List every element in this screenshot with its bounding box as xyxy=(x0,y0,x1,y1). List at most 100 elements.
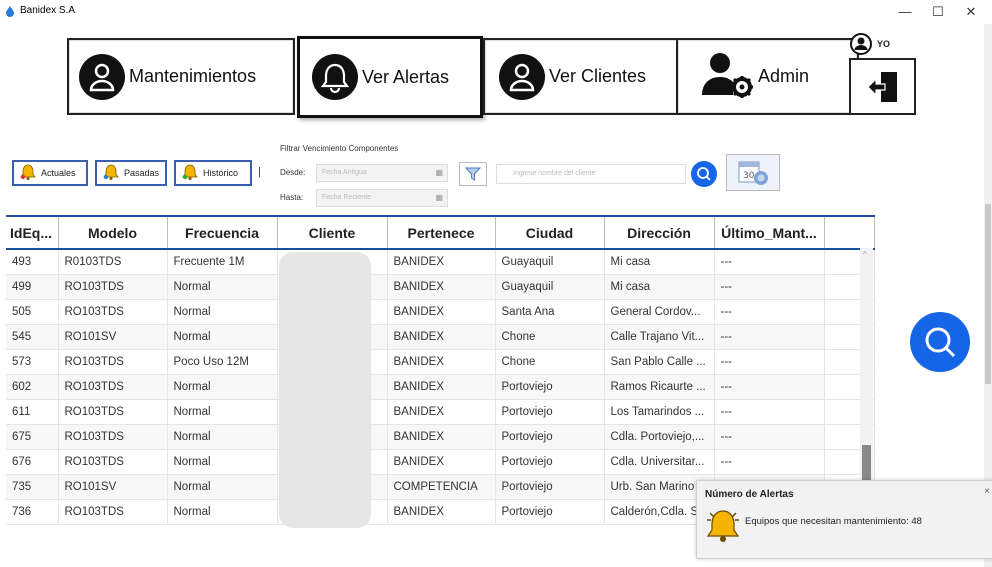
column-header[interactable]: Cliente xyxy=(277,215,388,250)
mantenimientos-button[interactable]: Mantenimientos xyxy=(67,38,295,115)
column-header[interactable]: Modelo xyxy=(58,215,168,250)
cell-pertenece: BANIDEX xyxy=(387,249,496,275)
ringing-bell-icon xyxy=(706,510,740,542)
cell-modelo: RO103TDS xyxy=(58,449,168,475)
ver-alertas-button[interactable]: Ver Alertas xyxy=(297,36,483,118)
table-row[interactable]: 602RO103TDSNormal.BANIDEXPortoviejoRamos… xyxy=(6,374,875,400)
column-header[interactable]: Último_Mant... xyxy=(714,215,825,250)
cell-ciudad: Guayaquil xyxy=(495,274,605,300)
cell-modelo: RO103TDS xyxy=(58,299,168,325)
window-title: Banidex S.A xyxy=(20,5,76,16)
cell-id: 493 xyxy=(6,249,59,275)
actuales-button[interactable]: Actuales xyxy=(12,160,88,186)
historico-button[interactable]: Histórico xyxy=(174,160,252,186)
table-header-row: IdEq... Modelo Frecuencia Cliente Perten… xyxy=(6,215,875,250)
column-header[interactable]: Ciudad xyxy=(495,215,605,250)
user-chip[interactable]: YO xyxy=(850,33,890,55)
window-scrollbar-thumb[interactable] xyxy=(985,204,991,384)
cell-ultimo: --- xyxy=(714,424,825,450)
equipment-table: IdEq... Modelo Frecuencia Cliente Perten… xyxy=(6,215,875,525)
mantenimientos-label: Mantenimientos xyxy=(129,66,257,86)
user-icon xyxy=(499,53,545,100)
cell-modelo: RO103TDS xyxy=(58,349,168,375)
funnel-icon xyxy=(465,167,481,181)
cell-frecuencia: Normal xyxy=(167,374,278,400)
column-header[interactable]: Frecuencia xyxy=(167,215,278,250)
cell-ultimo: --- xyxy=(714,274,825,300)
cell-frecuencia: Frecuente 1M xyxy=(167,249,278,275)
bell-icon xyxy=(312,54,358,100)
hasta-label: Hasta: xyxy=(280,193,304,202)
pasadas-button[interactable]: Pasadas xyxy=(95,160,167,186)
ver-clientes-button[interactable]: Ver Clientes xyxy=(483,38,679,115)
column-header[interactable]: Dirección xyxy=(604,215,715,250)
calendar-icon[interactable]: ▦ xyxy=(435,193,443,202)
cell-ciudad: Portoviejo xyxy=(495,374,605,400)
cell-id: 545 xyxy=(6,324,59,350)
table-row[interactable]: 505RO103TDSNormal...BANIDEXSanta AnaGene… xyxy=(6,299,875,325)
calendar-refresh-icon: 30 xyxy=(738,161,768,185)
table-row[interactable]: 573RO103TDSPoco Uso 12M.BANIDEXChoneSan … xyxy=(6,349,875,375)
cell-ultimo: --- xyxy=(714,324,825,350)
column-header[interactable]: IdEq... xyxy=(6,215,59,250)
cell-ciudad: Guayaquil xyxy=(495,249,605,275)
cell-modelo: RO103TDS xyxy=(58,399,168,425)
cell-direccion: Mi casa xyxy=(604,274,715,300)
cell-pertenece: COMPETENCIA xyxy=(387,474,496,500)
title-bar: Banidex S.A — ☐ ✕ xyxy=(0,0,992,24)
maximize-button[interactable]: ☐ xyxy=(920,0,956,24)
client-search-input[interactable]: Ingrese nombre del cliente xyxy=(496,164,686,184)
cell-frecuencia: Normal xyxy=(167,449,278,475)
hasta-date-field[interactable]: Fecha Reciente ▦ xyxy=(316,189,448,207)
cell-id: 505 xyxy=(6,299,59,325)
admin-label: Admin xyxy=(758,66,810,86)
bell-icon xyxy=(181,163,199,183)
cell-modelo: RO103TDS xyxy=(58,274,168,300)
admin-user-gear-icon xyxy=(700,49,756,104)
cell-direccion: Cdla. Universitar... xyxy=(604,449,715,475)
desde-date-field[interactable]: Fecha Antigua ▦ xyxy=(316,164,448,182)
pasadas-label: Pasadas xyxy=(124,168,160,178)
cell-direccion: Mi casa xyxy=(604,249,715,275)
search-icon xyxy=(697,167,711,181)
ver-clientes-label: Ver Clientes xyxy=(549,66,647,86)
cell-pertenece: BANIDEX xyxy=(387,399,496,425)
separator: | xyxy=(258,166,261,178)
notification-close-button[interactable]: × xyxy=(984,486,990,497)
filter-button[interactable] xyxy=(459,162,487,186)
column-header[interactable]: Pertenece xyxy=(387,215,496,250)
admin-button[interactable]: Admin xyxy=(676,38,859,115)
scroll-up-arrow-icon[interactable]: ^ xyxy=(863,250,867,259)
cell-ultimo: --- xyxy=(714,374,825,400)
floating-search-button[interactable] xyxy=(910,312,970,372)
minimize-button[interactable]: — xyxy=(887,0,923,24)
cell-ciudad: Portoviejo xyxy=(495,424,605,450)
calendar-reset-button[interactable]: 30 xyxy=(726,154,780,191)
cell-id: 675 xyxy=(6,424,59,450)
cell-ultimo: --- xyxy=(714,449,825,475)
close-button[interactable]: ✕ xyxy=(953,0,989,24)
user-name: YO xyxy=(877,39,891,49)
table-row[interactable]: 499 RO103TDS Normal BANIDEX Guayaquil Mi casa… xyxy=(6,274,875,300)
alert-notification[interactable]: Número de Alertas × Equipos que necesita… xyxy=(696,480,992,559)
table-row[interactable]: 675RO103TDSNormal.BANIDEXPortoviejoCdla.… xyxy=(6,424,875,450)
cell-modelo: RO103TDS xyxy=(58,424,168,450)
actuales-label: Actuales xyxy=(41,168,76,178)
historico-label: Histórico xyxy=(203,168,239,178)
table-row[interactable]: 676RO103TDSNormal...BANIDEXPortoviejoCdl… xyxy=(6,449,875,475)
search-button[interactable] xyxy=(691,161,717,187)
table-row[interactable]: 545RO101SVNormal.BANIDEXChoneCalle Traja… xyxy=(6,324,875,350)
cell-direccion: Calle Trajano Vit... xyxy=(604,324,715,350)
notification-title: Número de Alertas xyxy=(705,489,794,500)
bell-icon xyxy=(102,163,120,183)
table-row[interactable]: 493R0103TDSFrecuente 1MJcBANIDEXGuayaqui… xyxy=(6,249,875,275)
logout-button[interactable] xyxy=(849,58,916,115)
cell-direccion: Ramos Ricaurte ... xyxy=(604,374,715,400)
calendar-icon[interactable]: ▦ xyxy=(435,168,443,177)
client-search-placeholder: Ingrese nombre del cliente xyxy=(513,170,596,177)
notification-message: Equipos que necesitan mantenimiento: 48 xyxy=(745,516,922,527)
cell-pertenece: BANIDEX xyxy=(387,374,496,400)
table-row[interactable]: 611RO103TDSNormal...BANIDEXPortoviejoLos… xyxy=(6,399,875,425)
cell-ciudad: Portoviejo xyxy=(495,399,605,425)
bell-icon xyxy=(19,163,37,183)
